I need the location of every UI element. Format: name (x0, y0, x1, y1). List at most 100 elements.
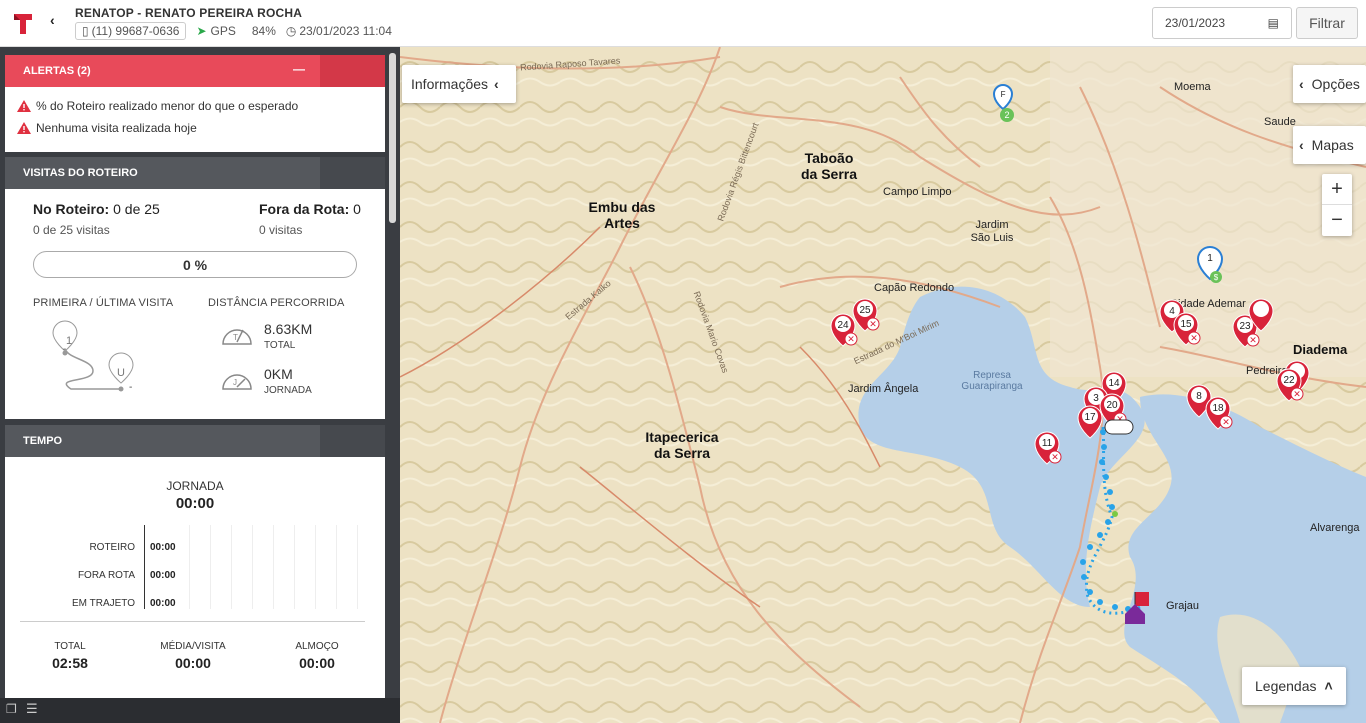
svg-text:✕: ✕ (869, 319, 877, 329)
svg-text:25: 25 (859, 305, 871, 316)
chevron-up-icon: ˄ (1324, 678, 1333, 694)
options-label: Opções (1311, 76, 1360, 92)
home-marker[interactable] (1125, 592, 1149, 624)
first-marker-label: 1 (66, 335, 73, 347)
total-time: TOTAL 02:58 (30, 641, 110, 671)
alert-text: % do Roteiro realizado menor do que o es… (36, 99, 299, 113)
route-marker[interactable]: 15 ✕ (1173, 312, 1201, 346)
route-progress-bar: 0 % (33, 251, 357, 278)
journey-distance-label: JORNADA (264, 385, 312, 396)
svg-text:T: T (233, 333, 238, 342)
vehicle-info: ▯ (11) 99687-0636 ➤ GPS 84% ◷ 23/01/2023… (75, 22, 392, 40)
svg-text:1: 1 (1207, 253, 1213, 264)
start-marker[interactable]: 1$ (1196, 245, 1224, 283)
journey-distance-value: 0KM (264, 366, 293, 382)
sidebar-scrollbar[interactable] (389, 53, 396, 223)
zoom-out-button[interactable]: − (1322, 205, 1352, 236)
info-label: Informações (411, 76, 489, 92)
route-marker[interactable]: 17 (1077, 405, 1103, 439)
total-distance: 8.63KM TOTAL (264, 321, 312, 351)
filter-button[interactable]: Filtrar (1296, 7, 1358, 39)
last-marker-label: U (117, 367, 125, 379)
collapse-icon[interactable]: — (293, 62, 305, 76)
logo-icon (14, 14, 32, 34)
sidebar-bottom-bar: ❐ ☰ (0, 698, 400, 723)
off-route-value: 0 (353, 201, 361, 217)
vehicle-name: RENATOP - RENATO PEREIRA ROCHA (75, 6, 303, 20)
off-route-label: Fora da Rota: (259, 201, 350, 217)
route-marker[interactable]: 11 ✕ (1034, 431, 1062, 465)
route-marker[interactable]: 22 ✕ (1276, 368, 1304, 402)
calendar-icon[interactable]: ▤ (1268, 16, 1279, 30)
total-time-label: TOTAL (54, 641, 86, 652)
svg-text:20: 20 (1106, 400, 1118, 411)
lunch-time: ALMOÇO 00:00 (277, 641, 357, 671)
svg-text:15: 15 (1180, 319, 1192, 330)
phone-number: (11) 99687-0636 (91, 24, 180, 38)
visits-title: VISITAS DO ROTEIRO (23, 167, 138, 179)
battery-level: 84% (251, 24, 276, 38)
window-icon[interactable]: ❐ (6, 702, 17, 716)
total-distance-label: TOTAL (264, 340, 296, 351)
route-marker[interactable]: 24 ✕ (830, 313, 858, 347)
time-panel: TEMPO JORNADA 00:00 ROTEIRO FORA ROTA EM… (5, 425, 385, 705)
time-chart-grid (189, 525, 359, 609)
date-value: 23/01/2023 (1165, 16, 1226, 30)
off-route-sub: 0 visitas (259, 223, 303, 237)
maps-label: Mapas (1311, 137, 1354, 153)
visits-header[interactable]: VISITAS DO ROTEIRO (5, 157, 385, 189)
time-header[interactable]: TEMPO (5, 425, 385, 457)
svg-text:18: 18 (1212, 403, 1224, 414)
maps-button[interactable]: ‹ Mapas (1293, 126, 1366, 164)
avg-time-label: MÉDIA/VISITA (160, 641, 226, 652)
svg-text:3: 3 (1093, 393, 1099, 404)
visits-panel: VISITAS DO ROTEIRO No Roteiro: 0 de 25 0… (5, 157, 385, 419)
menu-icon[interactable]: ☰ (26, 701, 38, 717)
odometer-total-icon: T (222, 329, 252, 345)
zoom-in-button[interactable]: + (1322, 174, 1352, 205)
zoom-control: + − (1322, 174, 1352, 236)
avg-time: MÉDIA/VISITA 00:00 (147, 641, 239, 671)
first-last-route-icon (52, 320, 134, 392)
alert-item: Nenhuma visita realizada hoje (5, 117, 385, 139)
odometer-journey-icon: J (222, 374, 252, 390)
info-toggle-button[interactable]: Informações ‹ (402, 65, 516, 103)
gps-status: ➤ GPS (196, 24, 235, 38)
time-row-label: ROTEIRO (89, 541, 135, 553)
alerts-header[interactable]: ALERTAS (2) — (5, 55, 385, 87)
clock-icon: ◷ (285, 24, 297, 38)
options-button[interactable]: ‹ Opções (1293, 65, 1366, 103)
finish-marker[interactable]: F2 (992, 83, 1014, 122)
legend-button[interactable]: Legendas ˄ (1242, 667, 1346, 705)
time-row-value: 00:00 (150, 541, 176, 553)
on-route-value: 0 de 25 (113, 201, 160, 217)
alerts-panel: ALERTAS (2) — % do Roteiro realizado men… (5, 55, 385, 152)
svg-text:2: 2 (1004, 110, 1009, 120)
on-route-stat: No Roteiro: 0 de 25 0 de 25 visitas (33, 201, 160, 237)
total-distance-value: 8.63KM (264, 321, 313, 337)
svg-text:4: 4 (1169, 306, 1175, 317)
svg-text:J: J (233, 378, 237, 387)
avg-time-value: 00:00 (175, 655, 211, 671)
route-marker[interactable]: 18 ✕ (1205, 396, 1233, 430)
svg-text:23: 23 (1239, 321, 1251, 332)
route-marker[interactable]: 25 ✕ (852, 298, 880, 332)
date-input[interactable]: 23/01/2023 ▤ (1152, 7, 1292, 39)
journey-distance: 0KM JORNADA (264, 366, 312, 396)
on-route-sub: 0 de 25 visitas (33, 223, 110, 237)
svg-text:22: 22 (1283, 375, 1295, 386)
warning-icon (17, 100, 31, 112)
time-title: TEMPO (23, 435, 63, 447)
legend-label: Legendas (1255, 678, 1317, 694)
svg-text:✕: ✕ (1051, 452, 1059, 462)
svg-text:$: $ (1214, 273, 1219, 282)
svg-text:✕: ✕ (1249, 335, 1257, 345)
time-row-label: EM TRAJETO (72, 597, 135, 609)
svg-text:14: 14 (1108, 378, 1120, 389)
map-view[interactable]: Taboão da Serra Embu das Artes Campo Lim… (400, 47, 1366, 723)
svg-text:11: 11 (1042, 438, 1053, 449)
svg-text:17: 17 (1084, 412, 1096, 423)
chevron-left-icon: ‹ (1299, 137, 1304, 153)
svg-text:✕: ✕ (1190, 333, 1198, 343)
back-chevron-icon[interactable]: ‹ (50, 12, 55, 28)
